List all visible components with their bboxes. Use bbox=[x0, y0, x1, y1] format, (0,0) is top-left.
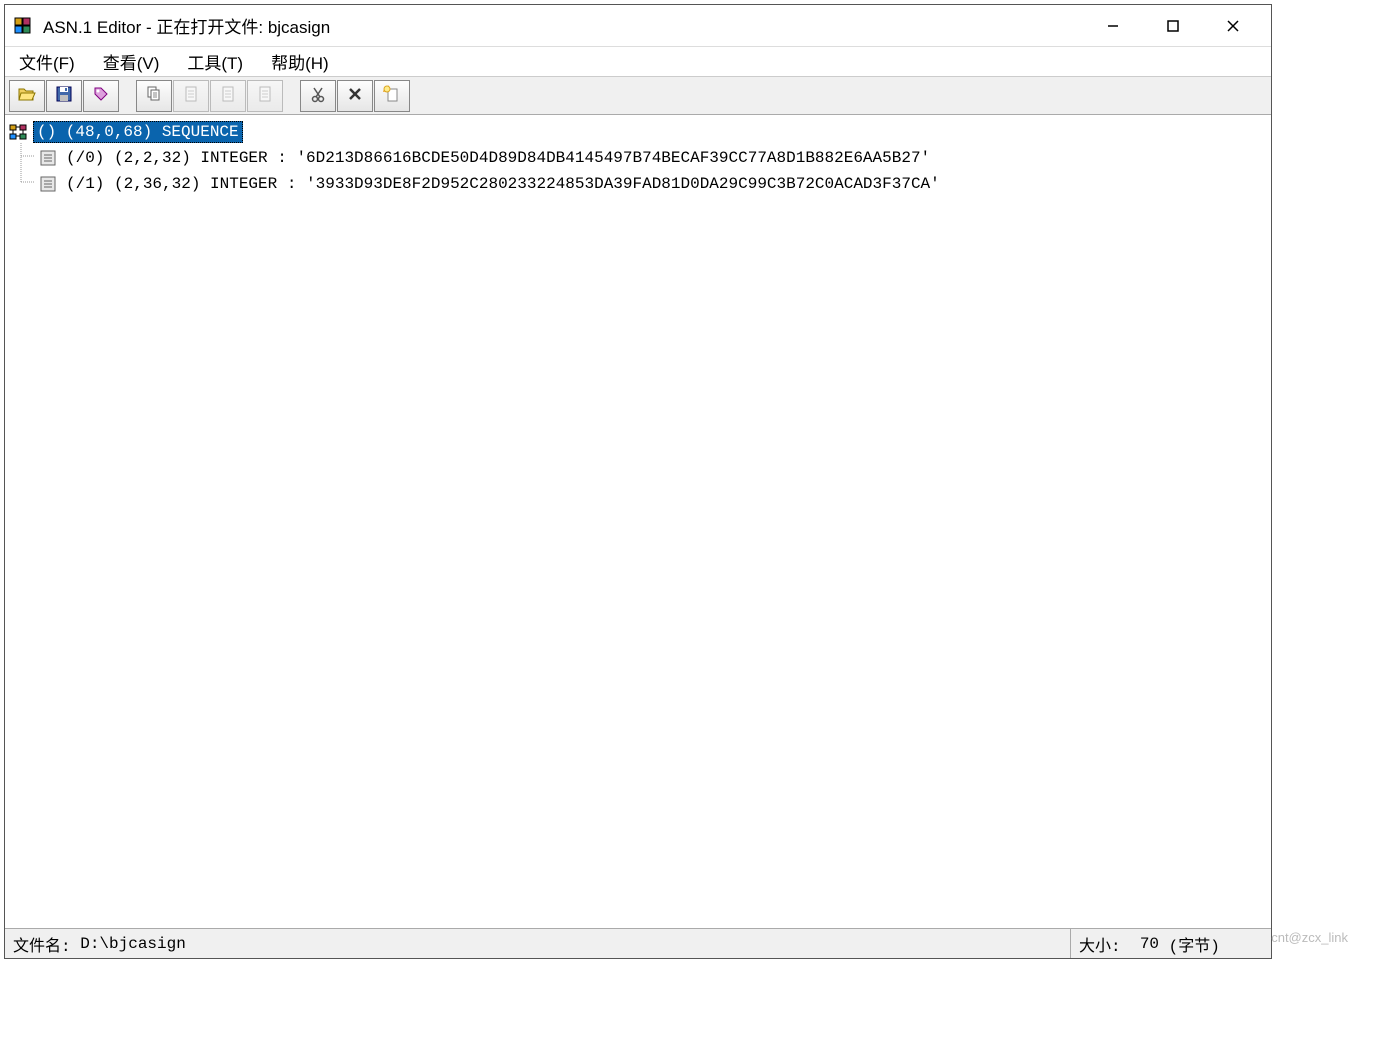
tree-root-row[interactable]: () (48,0,68) SEQUENCE bbox=[7, 119, 1269, 145]
delete-icon bbox=[346, 85, 364, 106]
tree-child-row[interactable]: (/0) (2,2,32) INTEGER : '6D213D86616BCDE… bbox=[7, 145, 1269, 171]
cut-button[interactable] bbox=[300, 80, 336, 112]
open-icon bbox=[17, 85, 37, 106]
tree-view[interactable]: () (48,0,68) SEQUENCE (/0) (2,2,32) INTE… bbox=[5, 115, 1271, 928]
menu-view[interactable]: 查看(V) bbox=[97, 47, 166, 76]
tree-child-row[interactable]: (/1) (2,36,32) INTEGER : '3933D93DE8F2D9… bbox=[7, 171, 1269, 197]
sequence-icon bbox=[7, 123, 29, 141]
menu-file[interactable]: 文件(F) bbox=[13, 47, 81, 76]
document-icon bbox=[182, 85, 200, 106]
integer-icon bbox=[37, 149, 59, 167]
document-icon bbox=[219, 85, 237, 106]
cut-icon bbox=[309, 85, 327, 106]
maximize-button[interactable] bbox=[1143, 6, 1203, 46]
app-icon bbox=[13, 16, 33, 36]
size-unit: (字节) bbox=[1169, 932, 1220, 956]
tree-child-label: (/0) (2,2,32) INTEGER : '6D213D86616BCDE… bbox=[63, 148, 933, 168]
tree-child-label: (/1) (2,36,32) INTEGER : '3933D93DE8F2D9… bbox=[63, 174, 943, 194]
document-icon bbox=[256, 85, 274, 106]
minimize-button[interactable] bbox=[1083, 6, 1143, 46]
size-value: 70 bbox=[1140, 935, 1159, 953]
tree-connector-icon bbox=[7, 169, 37, 199]
new-icon bbox=[383, 85, 401, 106]
filename-label: 文件名: bbox=[13, 932, 71, 956]
doc1-button[interactable] bbox=[173, 80, 209, 112]
main-window: ASN.1 Editor - 正在打开文件: bjcasign 文件(F) 查看… bbox=[4, 4, 1272, 959]
doc3-button[interactable] bbox=[247, 80, 283, 112]
new-button[interactable] bbox=[374, 80, 410, 112]
menu-help[interactable]: 帮助(H) bbox=[265, 47, 335, 76]
window-title: ASN.1 Editor - 正在打开文件: bjcasign bbox=[43, 13, 1083, 38]
size-label: 大小: bbox=[1079, 932, 1121, 956]
statusbar-filename: 文件名: D:\bjcasign bbox=[5, 929, 1071, 958]
save-button[interactable] bbox=[46, 80, 82, 112]
titlebar: ASN.1 Editor - 正在打开文件: bjcasign bbox=[5, 5, 1271, 47]
close-button[interactable] bbox=[1203, 6, 1263, 46]
copy-icon bbox=[145, 85, 163, 106]
window-controls bbox=[1083, 6, 1263, 46]
menu-tools[interactable]: 工具(T) bbox=[181, 47, 249, 76]
copy-button[interactable] bbox=[136, 80, 172, 112]
toolbar bbox=[5, 77, 1271, 115]
statusbar: 文件名: D:\bjcasign 大小: 70 (字节) bbox=[5, 928, 1271, 958]
menubar: 文件(F) 查看(V) 工具(T) 帮助(H) bbox=[5, 47, 1271, 77]
tree-root-label: () (48,0,68) SEQUENCE bbox=[33, 121, 243, 143]
watermark: cnt@zcx_link bbox=[1271, 930, 1348, 945]
integer-icon bbox=[37, 175, 59, 193]
delete-button[interactable] bbox=[337, 80, 373, 112]
tag-button[interactable] bbox=[83, 80, 119, 112]
filename-value: D:\bjcasign bbox=[80, 935, 186, 953]
open-button[interactable] bbox=[9, 80, 45, 112]
doc2-button[interactable] bbox=[210, 80, 246, 112]
save-icon bbox=[55, 85, 73, 106]
statusbar-size: 大小: 70 (字节) bbox=[1071, 929, 1271, 958]
tag-icon bbox=[92, 85, 110, 106]
